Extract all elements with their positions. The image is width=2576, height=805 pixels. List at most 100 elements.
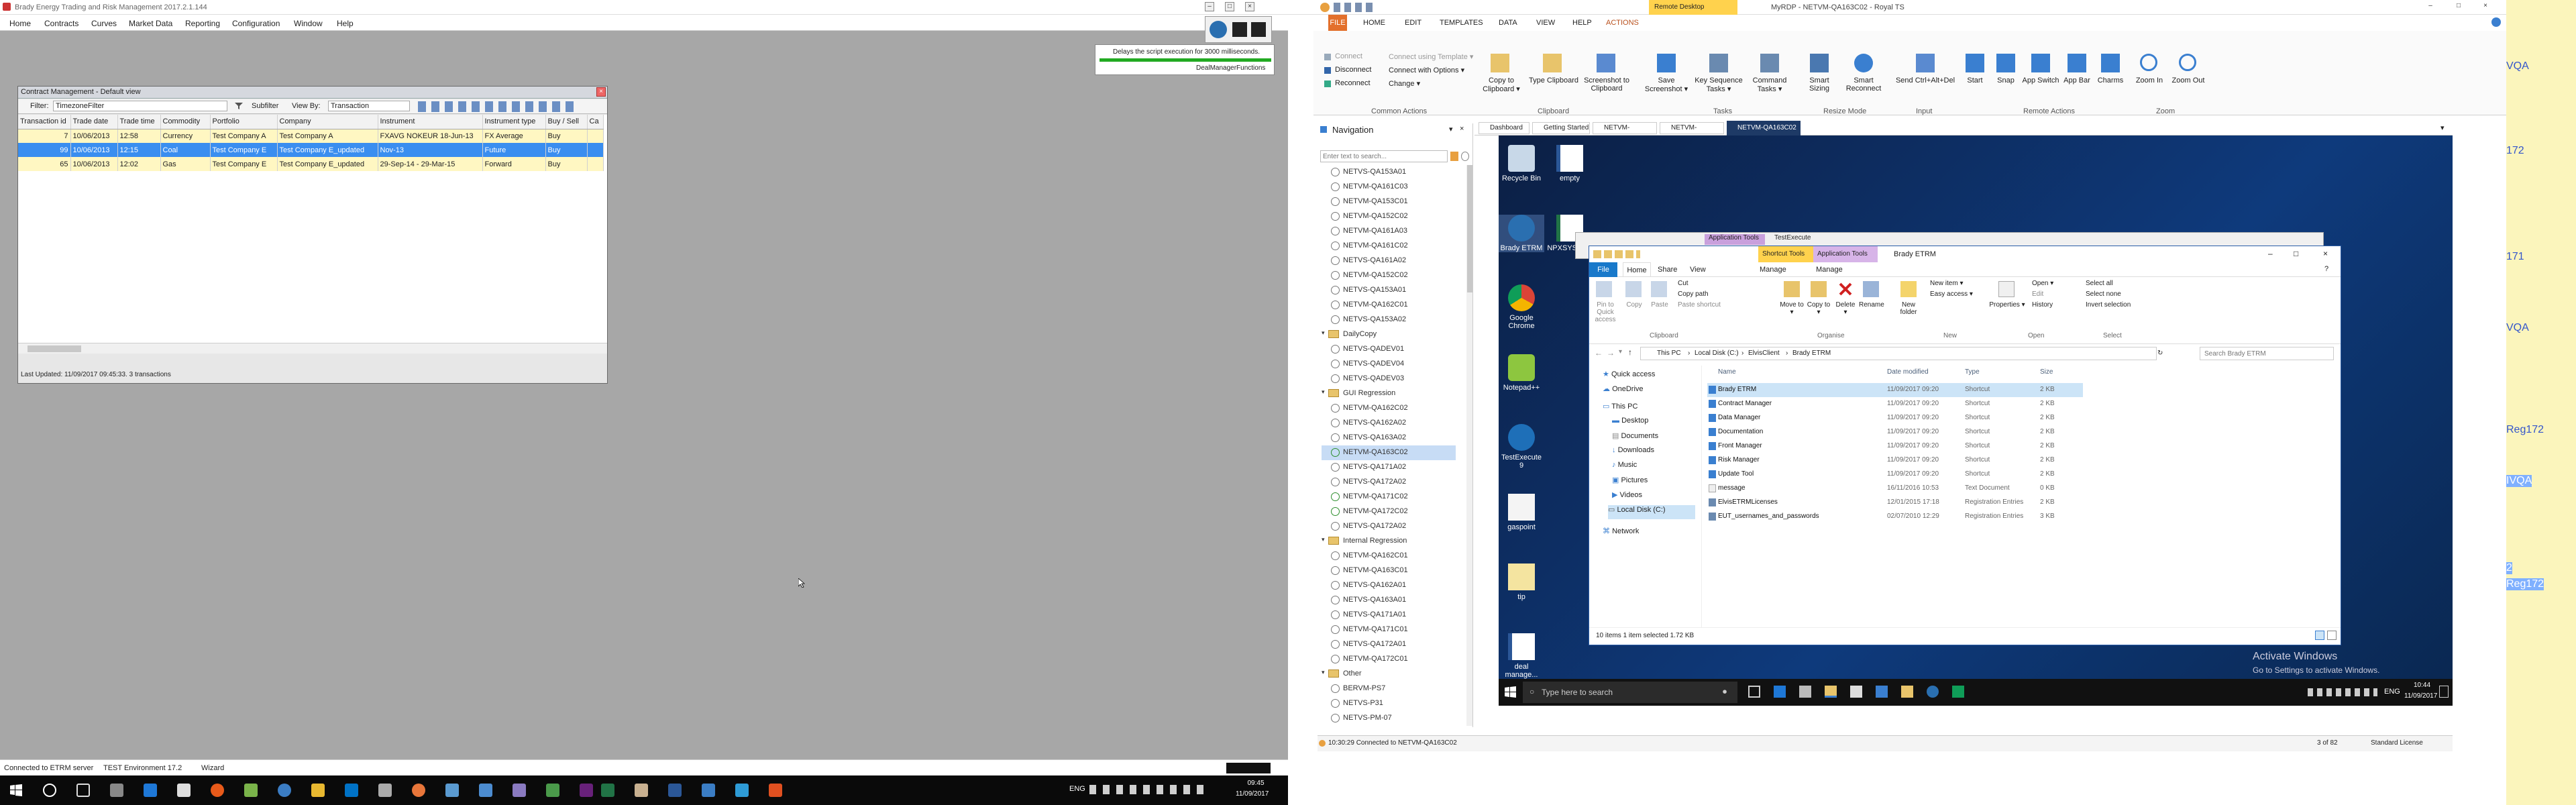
explorer-minimize-button[interactable]: – [2268, 249, 2273, 258]
app-icon[interactable] [1952, 686, 1964, 698]
app-icon[interactable] [1901, 686, 1913, 698]
app-icon[interactable] [635, 784, 648, 797]
recent-dropdown-icon[interactable]: ▾ [1619, 348, 1622, 356]
app-icon[interactable] [1799, 686, 1811, 698]
open-button[interactable]: Open ▾ [2032, 280, 2053, 287]
explorer-maximize-button[interactable]: □ [2294, 249, 2298, 258]
select-none-button[interactable]: Select none [2086, 290, 2121, 298]
explorer-tab-view[interactable]: View [1690, 266, 1706, 274]
send-ctrl-alt-del-button[interactable]: Send Ctrl+Alt+Del [1892, 76, 1959, 85]
desktop-icon[interactable]: empty [1547, 145, 1593, 182]
file-row[interactable]: Front Manager 11/09/2017 09:20 Shortcut 2 K… [1707, 439, 2083, 453]
easy-access-button[interactable]: Easy access ▾ [1930, 290, 1973, 298]
app-icon[interactable] [244, 784, 258, 797]
address-bar[interactable]: This PC › Local Disk (C:) › ElvisClient … [1640, 347, 2163, 360]
start-icon[interactable] [1504, 686, 1516, 698]
desktop-icon[interactable]: Notepad++ [1499, 354, 1544, 392]
connect-options-button[interactable]: Connect with Options ▾ [1389, 66, 1464, 74]
col-header[interactable]: Instrument [378, 115, 483, 129]
tab-getting-started[interactable]: Getting Started [1532, 122, 1590, 134]
forward-button[interactable]: → [1607, 348, 1615, 358]
expand-icon[interactable]: ▾ [1322, 388, 1325, 396]
details-view-icon[interactable] [2315, 631, 2324, 640]
firefox-icon[interactable] [211, 784, 224, 797]
app-icon[interactable] [445, 784, 459, 797]
desktop-icon[interactable]: TestExecute 9 [1499, 424, 1544, 470]
chrome-icon[interactable] [278, 784, 291, 797]
connect-button[interactable]: Connect [1335, 52, 1362, 60]
col-header[interactable]: Transaction id [18, 115, 71, 129]
save-screenshot-button[interactable]: Save Screenshot ▾ [1641, 76, 1692, 93]
pin-quick-access-button[interactable]: Pin to Quick access [1589, 301, 1621, 323]
tab-templates[interactable]: TEMPLATES [1440, 19, 1483, 27]
filter-select[interactable]: TimezoneFilter [53, 101, 227, 111]
sidebar-videos[interactable]: ▶ Videos [1612, 490, 1642, 504]
remote-clock-date[interactable]: 11/09/2017 [2404, 692, 2437, 700]
zoom-in-button[interactable]: Zoom In [2131, 76, 2168, 85]
cut-button[interactable]: Cut [1678, 280, 1688, 287]
move-to-button[interactable]: Move to ▾ [1780, 301, 1804, 316]
screenshot-to-clipboard-button[interactable]: Screenshot to Clipboard [1580, 76, 1633, 93]
start-button[interactable]: Start [1962, 76, 1988, 85]
table-row[interactable]: 65 10/06/2013 12:02 Gas Test Company E Test C… [18, 157, 604, 171]
expand-icon[interactable]: ▾ [1322, 669, 1325, 676]
tray-icons[interactable] [1089, 785, 1208, 794]
clock-date[interactable]: 11/09/2017 [1236, 790, 1269, 798]
desktop-icon[interactable]: Google Chrome [1499, 284, 1544, 330]
clear-filter-icon[interactable] [234, 101, 244, 111]
start-icon[interactable] [9, 784, 23, 797]
breadcrumb-item[interactable]: Brady ETRM [1792, 350, 1831, 357]
tab-actions[interactable]: ACTIONS [1606, 19, 1639, 27]
status-wizard[interactable]: Wizard [201, 764, 224, 772]
tray-icons[interactable] [2308, 688, 2377, 696]
col-header-name[interactable]: Name [1718, 368, 1736, 376]
reconnect-button[interactable]: Reconnect [1335, 79, 1371, 87]
smart-sizing-button[interactable]: Smart Sizing [1801, 76, 1838, 93]
input-language[interactable]: ENG [1069, 785, 1085, 793]
close-button[interactable]: × [2481, 2, 2490, 11]
properties-button[interactable]: Properties ▾ [1989, 301, 2025, 309]
paste-shortcut-button[interactable]: Paste shortcut [1678, 301, 1721, 309]
copy-button[interactable]: Copy [1623, 301, 1646, 309]
file-row[interactable]: Brady ETRM 11/09/2017 09:20 Shortcut 2 KB [1707, 383, 2083, 397]
remote-search-box[interactable]: ○ Type here to search ⏺ [1523, 682, 1737, 703]
pause-button[interactable] [1232, 22, 1247, 37]
filter-icon[interactable] [1461, 152, 1469, 161]
breadcrumb-item[interactable]: Local Disk (C:) [1695, 350, 1739, 357]
help-icon[interactable] [2491, 17, 2501, 27]
file-row[interactable]: Documentation 11/09/2017 09:20 Shortcut 2 K… [1707, 425, 2083, 439]
copy-path-button[interactable]: Copy path [1678, 290, 1709, 298]
menu-contracts[interactable]: Contracts [44, 19, 78, 28]
new-folder-button[interactable]: New folder [1895, 301, 1922, 316]
explorer-quick-access-icons[interactable] [1593, 250, 1640, 258]
file-explorer-icon[interactable] [1825, 686, 1837, 698]
explorer-tab-manage[interactable]: Manage [1760, 266, 1786, 274]
remote-input-language[interactable]: ENG [2384, 688, 2400, 696]
app-icon[interactable] [702, 784, 715, 797]
app-icon[interactable] [546, 784, 559, 797]
minimize-button[interactable]: – [2426, 2, 2435, 11]
store-icon[interactable] [110, 784, 123, 797]
command-tasks-button[interactable]: Command Tasks ▾ [1746, 76, 1794, 93]
app-bar-button[interactable]: App Bar [2059, 76, 2094, 85]
outlook-icon[interactable] [345, 784, 358, 797]
zoom-out-button[interactable]: Zoom Out [2169, 76, 2207, 85]
navigation-search-input[interactable] [1320, 150, 1448, 162]
explorer-tab-home[interactable]: Home [1623, 262, 1651, 277]
close-button[interactable]: × [1245, 2, 1254, 11]
file-row[interactable]: message 16/11/2016 10:53 Text Document 0 KB [1707, 482, 2083, 496]
tabs-dropdown-icon[interactable]: ▾ [2440, 123, 2445, 132]
charms-button[interactable]: Charms [2096, 76, 2125, 85]
subfilter-label[interactable]: Subfilter [252, 102, 278, 110]
toolbar-icons[interactable] [418, 101, 579, 112]
disconnect-button[interactable]: Disconnect [1335, 66, 1371, 74]
edge-icon[interactable] [1774, 686, 1786, 698]
explorer-tab-manage[interactable]: Manage [1816, 266, 1843, 274]
quick-access-toolbar[interactable] [1334, 3, 1374, 12]
edge-icon[interactable] [144, 784, 157, 797]
app-icon[interactable] [513, 784, 526, 797]
desktop-icon[interactable]: Brady ETRM [1499, 215, 1544, 252]
menu-home[interactable]: Home [9, 19, 31, 28]
tab-netvm-qa171c02[interactable]: NETVM-QA171C02 [1660, 122, 1724, 142]
app-icon[interactable] [769, 784, 782, 797]
